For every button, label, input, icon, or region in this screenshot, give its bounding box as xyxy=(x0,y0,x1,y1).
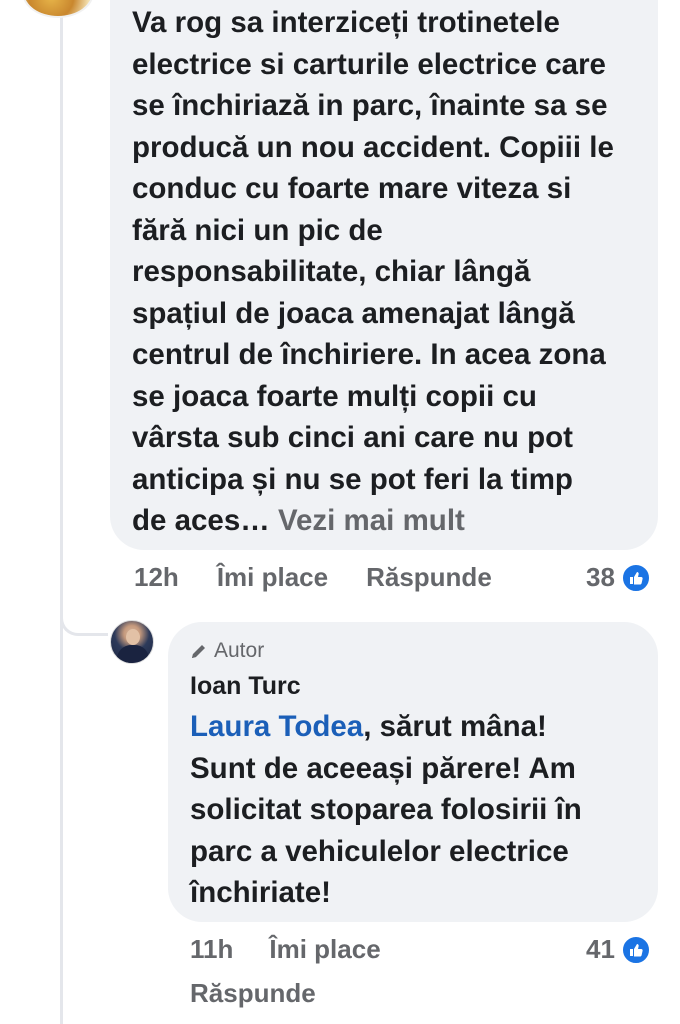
avatar-head-shape xyxy=(126,629,140,645)
reply-reaction-count: 41 xyxy=(586,934,615,964)
reply-reactions[interactable]: 41 xyxy=(586,934,651,965)
pencil-icon xyxy=(190,642,208,660)
thread-line xyxy=(60,0,63,1024)
reply-bubble: Autor Ioan Turc Laura Todea, sărut mâna!… xyxy=(168,622,658,922)
comment-thread: Va rog sa interziceți trotinetele electr… xyxy=(0,0,680,1024)
reaction-count: 38 xyxy=(586,562,615,592)
comment-reactions[interactable]: 38 xyxy=(586,562,651,593)
reply-author-name[interactable]: Ioan Turc xyxy=(190,670,636,702)
reply-author-avatar[interactable] xyxy=(110,620,154,664)
reply-actions: 11h Îmi place xyxy=(190,934,381,965)
see-more-link[interactable]: Vezi mai mult xyxy=(278,504,465,537)
comment-bubble: Va rog sa interziceți trotinetele electr… xyxy=(110,0,658,550)
like-button[interactable]: Îmi place xyxy=(217,562,328,593)
reply-timestamp[interactable]: 11h xyxy=(190,934,233,965)
author-badge-label: Autor xyxy=(214,639,265,662)
thumbs-up-icon xyxy=(620,562,651,593)
avatar-body-shape xyxy=(117,645,149,663)
thumbs-up-icon xyxy=(620,934,651,965)
author-badge: Autor xyxy=(190,638,636,664)
mention-link[interactable]: Laura Todea xyxy=(190,710,363,743)
commenter-avatar[interactable] xyxy=(22,0,94,18)
reply-text: Laura Todea, sărut mâna! Sunt de aceeași… xyxy=(190,706,636,914)
comment-text: Va rog sa interziceți trotinetele electr… xyxy=(132,2,636,542)
reply-button[interactable]: Răspunde xyxy=(366,562,492,593)
comment-body: Va rog sa interziceți trotinetele electr… xyxy=(132,6,614,537)
reply-like-button[interactable]: Îmi place xyxy=(269,934,380,965)
thread-connector xyxy=(60,600,108,636)
reply-reply-button[interactable]: Răspunde xyxy=(190,978,316,1009)
comment-actions: 12h Îmi place Răspunde xyxy=(134,562,492,593)
comment-timestamp[interactable]: 12h xyxy=(134,562,179,593)
